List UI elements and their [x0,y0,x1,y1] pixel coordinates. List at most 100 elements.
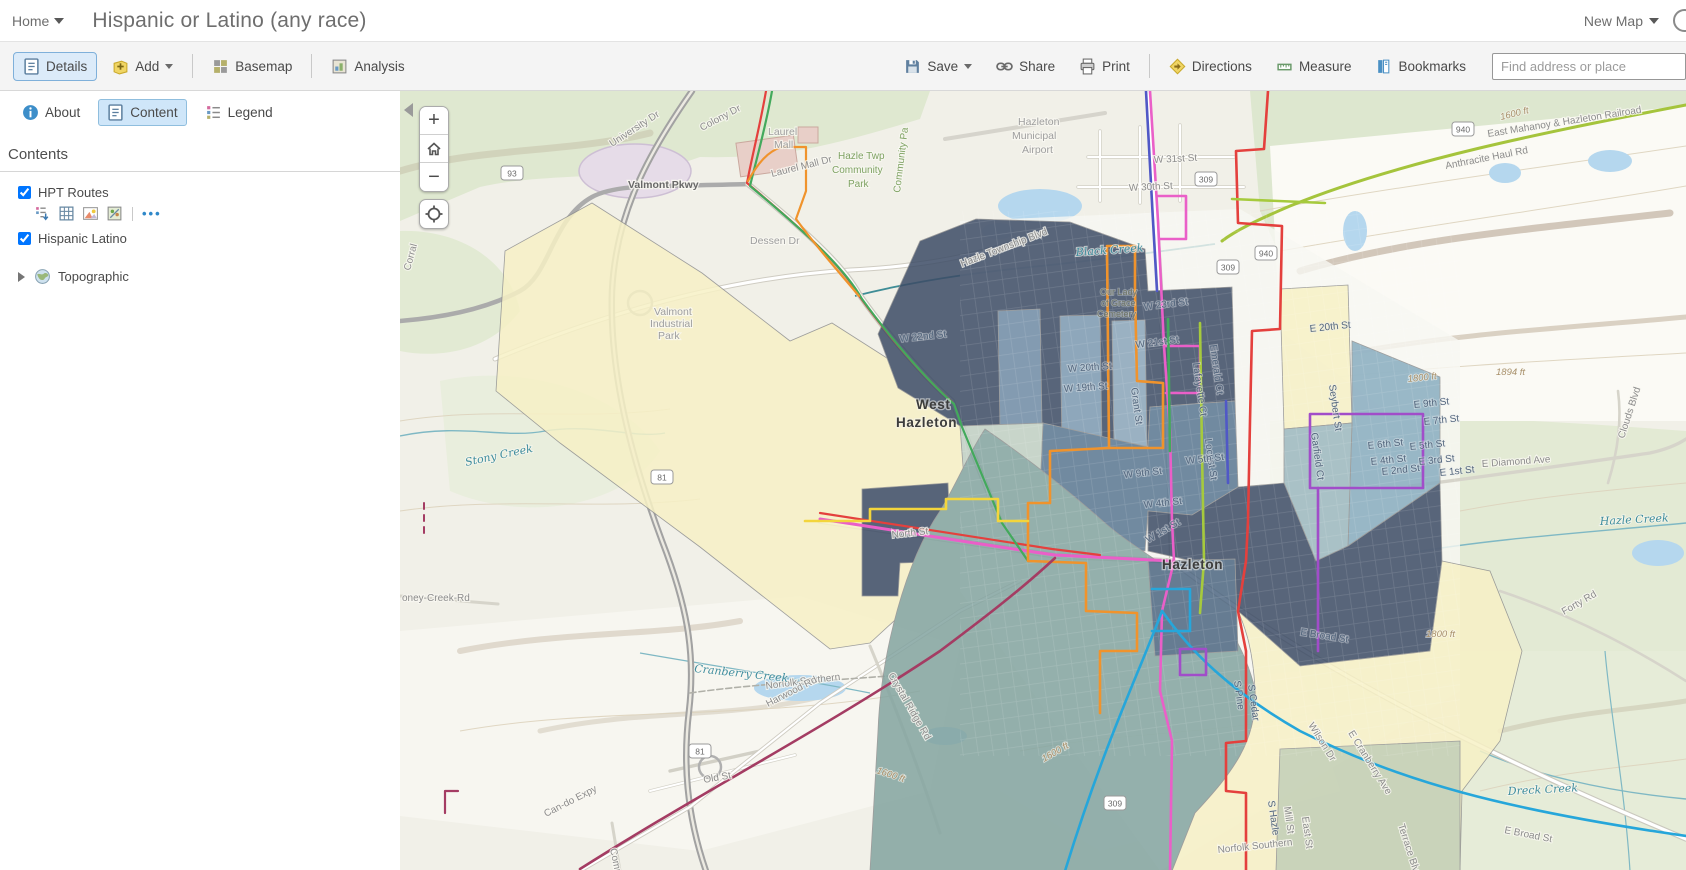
map-label: Dessen Dr [750,235,800,247]
map-label: Hazleton [1162,557,1223,572]
bookmarks-button[interactable]: Bookmarks [1366,53,1475,80]
map-label: Our Lady [1100,287,1138,297]
analysis-label: Analysis [354,58,405,74]
details-icon [24,57,39,75]
tab-content[interactable]: Content [98,99,187,126]
map-label: Industrial [650,318,693,330]
map-label: Valmont Pkwy [628,179,699,191]
search-input[interactable] [1492,52,1686,80]
separator [192,54,194,78]
more-options-button[interactable]: ••• [142,206,162,221]
print-button[interactable]: Print [1070,53,1139,80]
home-menu[interactable]: Home [12,13,65,29]
map-canvas[interactable]: 93 309 309 940 940 309 81 81 Hazleton Municipal A… [400,91,1686,870]
svg-text:940: 940 [1259,249,1273,259]
svg-text:309: 309 [1199,175,1213,185]
map-label: of Grace [1101,298,1136,308]
layer-label: Topographic [58,269,129,284]
map-label: Park [658,330,680,342]
measure-icon [1277,63,1292,70]
add-button[interactable]: Add [103,53,182,80]
home-extent-button[interactable] [420,135,448,163]
directions-label: Directions [1191,58,1252,74]
layer-checkbox-hispanic-latino[interactable] [18,232,31,245]
content-icon [108,104,123,121]
map-label: Laurel [768,126,797,138]
details-button[interactable]: Details [13,51,98,81]
share-label: Share [1019,58,1056,74]
layer-label: Hispanic Latino [38,231,127,246]
tab-about[interactable]: About [14,100,88,125]
share-button[interactable]: Share [987,53,1064,80]
map-label: oney-Creek-Rd [402,593,470,604]
add-label: Add [135,58,160,74]
analysis-button[interactable]: Analysis [322,53,413,80]
info-icon [23,105,38,120]
new-map-label: New Map [1583,12,1643,29]
svg-text:93: 93 [507,169,517,179]
divider [0,171,420,172]
route-shield: 81 [650,469,674,485]
bookmarks-icon [1378,59,1390,73]
map-label: Hazleton [1018,116,1060,128]
route-shield: 93 [500,165,524,181]
map-label: Municipal [1012,130,1056,142]
tab-legend[interactable]: Legend [197,100,281,125]
print-label: Print [1102,58,1130,74]
expand-icon[interactable] [18,271,25,282]
perform-analysis-icon[interactable] [106,205,123,222]
layer-row-topographic: Topographic [0,265,400,288]
chevron-down-icon [165,63,174,69]
find-my-location-button[interactable] [419,199,449,229]
home-icon [427,141,441,155]
contents-heading: Contents [8,146,69,163]
save-label: Save [927,58,959,74]
separator [311,54,313,78]
new-map-menu[interactable]: New Map [1584,13,1659,29]
change-style-icon[interactable] [82,205,99,222]
layer-tree: HPT Routes ••• Hispanic Latino Topograph… [0,182,400,288]
tab-about-label: About [45,105,81,120]
globe-icon [35,269,50,284]
toolbar: Details Add Basemap Analysis Save Share … [0,42,1686,91]
tab-content-label: Content [130,105,178,120]
measure-button[interactable]: Measure [1267,53,1361,80]
svg-text:81: 81 [695,747,705,757]
basemap-button[interactable]: Basemap [203,53,301,80]
layer-row-hispanic-latino: Hispanic Latino [0,228,400,249]
map-label: Cemetery [1097,309,1137,319]
route-shield: 940 [1254,245,1278,261]
bookmarks-label: Bookmarks [1398,58,1466,74]
map-label: Airport [1022,144,1053,156]
zoom-out-button[interactable]: − [420,163,448,191]
sidebar-tabs: About Content Legend [0,91,400,132]
profile-icon[interactable] [1673,9,1686,32]
analysis-icon [332,59,347,73]
separator [132,206,133,221]
separator [1148,54,1150,78]
legend-icon [206,106,220,119]
show-legend-icon[interactable] [34,205,51,222]
route-shield: 309 [1103,795,1127,811]
share-icon [996,61,1013,71]
save-icon [906,59,920,73]
tab-legend-label: Legend [227,105,273,120]
zoom-controls: + − [419,106,449,192]
show-table-icon[interactable] [58,205,75,222]
map-label: Hazle Twp [838,151,885,162]
save-button[interactable]: Save [895,53,981,80]
layer-checkbox-hpt-routes[interactable] [18,186,31,199]
locate-icon [425,205,443,223]
map-label: Mall [774,139,793,151]
page-title: Hispanic or Latino (any race) [92,8,367,32]
basemap-icon [214,59,228,73]
route-shield: 940 [1451,121,1475,137]
map-image: 93 309 309 940 940 309 81 81 Hazleton Municipal A… [400,91,1686,870]
directions-button[interactable]: Directions [1160,53,1261,80]
svg-text:309: 309 [1108,799,1122,809]
layer-tools: ••• [0,203,400,228]
directions-icon [1169,58,1186,74]
collapse-panel-arrow[interactable] [404,103,413,117]
zoom-in-button[interactable]: + [420,107,448,135]
layer-label: HPT Routes [38,185,109,200]
